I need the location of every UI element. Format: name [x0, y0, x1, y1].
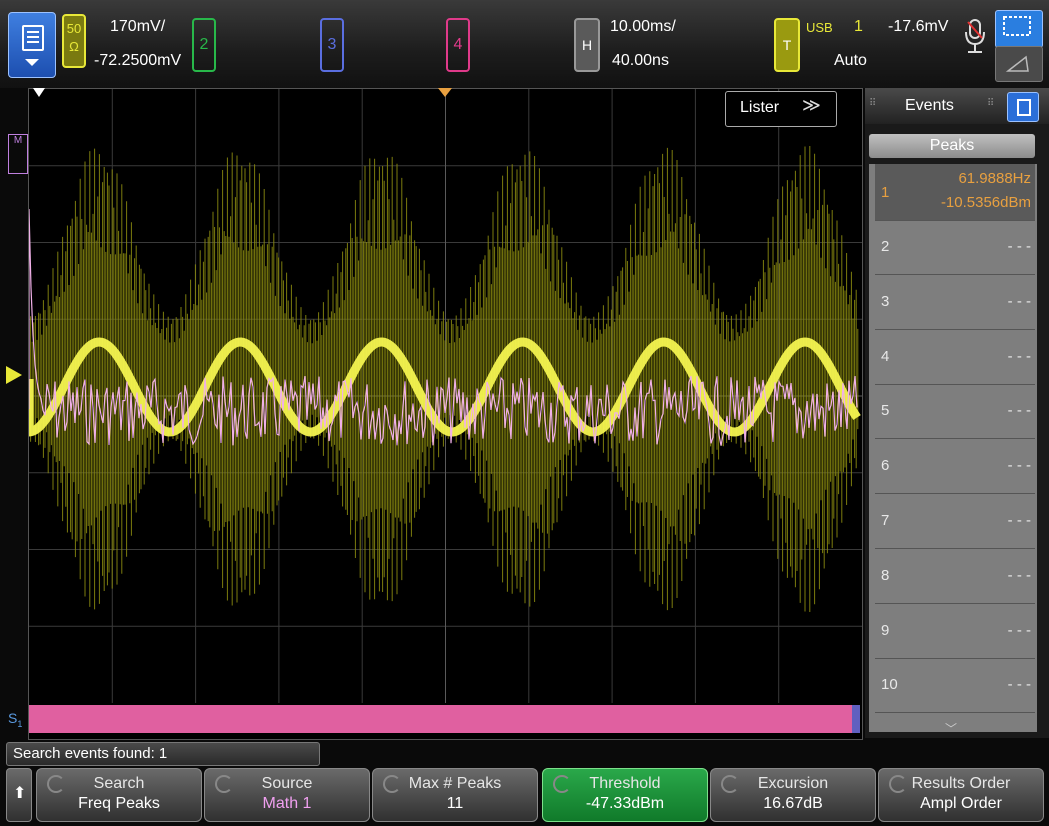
time-reference-marker [438, 88, 452, 97]
list-item[interactable]: 4 - - - [875, 330, 1035, 385]
math-marker: M [8, 134, 28, 174]
touch-gesture-icon[interactable] [995, 46, 1043, 82]
trigger-level[interactable]: -17.6mV [888, 18, 948, 36]
search-row-marker: S1 [8, 710, 23, 729]
channel-1-trace [29, 146, 859, 612]
max-peaks-softkey[interactable]: Max # Peaks 11 [372, 768, 538, 822]
knob-icon [889, 775, 907, 793]
search-results-end-marker [852, 705, 860, 733]
list-item[interactable]: 6 - - - [875, 439, 1035, 495]
event-value: - - - [1007, 512, 1031, 529]
horizontal-badge[interactable]: H [574, 18, 600, 72]
chevron-double-down-icon: ≫ [802, 95, 821, 115]
waveform-display[interactable]: Lister ≫ [28, 88, 863, 740]
chevron-down-icon[interactable]: ﹀ [945, 720, 957, 737]
channel-1-offset[interactable]: -72.2500mV [94, 52, 181, 70]
softkey-value: Ampl Order [920, 795, 1002, 812]
trigger-mode[interactable]: Auto [834, 52, 867, 70]
event-value: - - - [1007, 566, 1031, 584]
events-header: ⠿ Events ⠿ [865, 88, 1049, 124]
event-value: - - - [1007, 238, 1031, 255]
time-delay[interactable]: 40.00ns [612, 52, 669, 70]
event-amplitude: -10.5356dBm [940, 194, 1031, 211]
event-number: 5 [881, 402, 890, 420]
drag-handle-icon[interactable]: ⠿ [987, 98, 994, 109]
channel-3-button[interactable]: 3 [320, 18, 344, 72]
event-value: - - - [1007, 347, 1031, 365]
softkey-value: 11 [446, 795, 464, 812]
panel-menu-icon[interactable] [1007, 92, 1039, 122]
time-scale[interactable]: 10.00ms/ [610, 18, 676, 36]
zoom-select-icon[interactable] [995, 10, 1043, 48]
search-status: Search events found: 1 [6, 742, 320, 766]
tab-peaks[interactable]: Peaks [869, 134, 1035, 158]
threshold-softkey[interactable]: Threshold -47.33dBm [542, 768, 708, 822]
channel-2-button[interactable]: 2 [192, 18, 216, 72]
list-item[interactable]: 7 - - - [875, 494, 1035, 549]
event-value: - - - [1007, 621, 1031, 639]
lister-label: Lister [740, 99, 780, 116]
knob-icon [383, 775, 401, 793]
list-item[interactable]: 5 - - - [875, 384, 1035, 440]
event-number: 2 [881, 238, 890, 255]
knob-icon [721, 775, 739, 793]
search-results-bar [29, 705, 852, 733]
event-number: 9 [881, 621, 890, 639]
event-frequency: 61.9888Hz [958, 170, 1031, 187]
list-item[interactable]: 2 - - - [875, 220, 1035, 275]
softkey-value: Freq Peaks [78, 795, 160, 812]
event-number: 8 [881, 566, 890, 584]
lister-button[interactable]: Lister ≫ [725, 91, 837, 127]
impedance-value: 50 [66, 21, 82, 36]
event-value: - - - [1007, 402, 1031, 420]
microphone-muted-icon[interactable] [962, 18, 988, 58]
softkey-value: -47.33dBm [585, 795, 665, 812]
impedance-unit: Ω [69, 39, 79, 54]
arrow-up-icon: ⬆ [13, 785, 27, 802]
source-softkey[interactable]: Source Math 1 [204, 768, 370, 822]
trigger-source: USB [806, 20, 833, 35]
event-number: 10 [881, 676, 898, 694]
list-item[interactable]: 3 - - - [875, 275, 1035, 330]
trigger-position-marker [33, 88, 45, 97]
event-number: 7 [881, 512, 890, 529]
event-number: 1 [881, 184, 890, 201]
knob-icon [553, 775, 571, 793]
channel-1-scale[interactable]: 170mV/ [110, 18, 165, 36]
softkey-value: Math 1 [262, 795, 312, 812]
search-softkey[interactable]: Search Freq Peaks [36, 768, 202, 822]
chevron-down-icon [25, 59, 39, 66]
drag-handle-icon[interactable]: ⠿ [869, 98, 876, 109]
menu-icon [22, 25, 44, 51]
event-value: - - - [1007, 457, 1031, 475]
event-value: - - - [1007, 676, 1031, 694]
status-bar: 50 Ω 170mV/ -72.2500mV 2 3 4 H 10.00ms/ … [0, 0, 1049, 88]
knob-icon [47, 775, 65, 793]
trigger-channel: 1 [854, 18, 863, 35]
softkey-value: 16.67dB [763, 795, 823, 812]
list-item[interactable]: 8 - - - [875, 549, 1035, 604]
back-button[interactable]: ⬆ [6, 768, 32, 822]
main-menu-button[interactable] [8, 12, 56, 78]
event-number: 6 [881, 457, 890, 475]
event-number: 4 [881, 347, 890, 365]
channel-4-button[interactable]: 4 [446, 18, 470, 72]
trigger-badge[interactable]: T [774, 18, 800, 72]
list-item[interactable]: 10 - - - [875, 658, 1035, 714]
event-number: 3 [881, 292, 890, 310]
event-value: - - - [1007, 292, 1031, 310]
events-panel: ⠿ Events ⠿ Peaks 1 61.9888Hz -10.5356dBm… [865, 88, 1049, 738]
events-title: Events [905, 97, 954, 114]
knob-icon [215, 775, 233, 793]
events-list: 1 61.9888Hz -10.5356dBm 2 - - - 3 - - - 4 - -… [869, 164, 1037, 736]
channel-1-ground-marker[interactable] [6, 366, 22, 384]
channel-1-impedance-badge[interactable]: 50 Ω [62, 14, 86, 68]
list-item[interactable]: 1 61.9888Hz -10.5356dBm [875, 164, 1035, 221]
list-item[interactable]: 9 - - - [875, 604, 1035, 659]
results-order-softkey[interactable]: Results Order Ampl Order [878, 768, 1044, 822]
excursion-softkey[interactable]: Excursion 16.67dB [710, 768, 876, 822]
